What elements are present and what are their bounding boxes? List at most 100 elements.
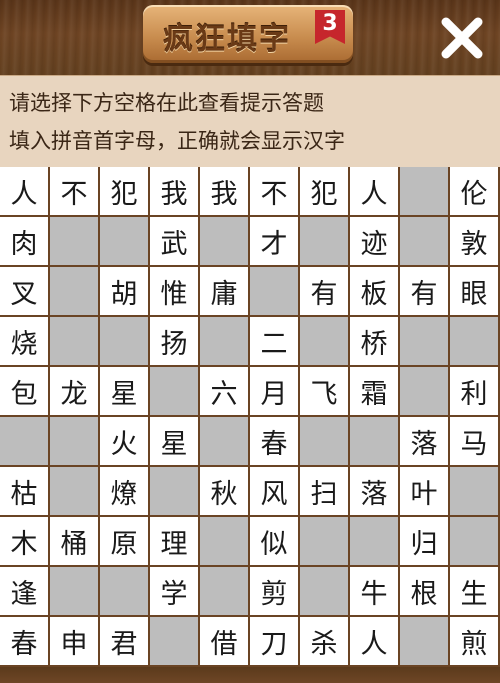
grid-cell-empty[interactable] — [300, 417, 350, 467]
grid-cell-empty[interactable] — [150, 467, 200, 517]
grid-cell-filled[interactable]: 包 — [0, 367, 50, 417]
grid-cell-empty[interactable] — [50, 417, 100, 467]
grid-cell-empty[interactable] — [450, 467, 500, 517]
grid-cell-empty[interactable] — [400, 167, 450, 217]
grid-cell-filled[interactable]: 飞 — [300, 367, 350, 417]
grid-cell-empty[interactable] — [450, 517, 500, 567]
grid-cell-filled[interactable]: 春 — [250, 417, 300, 467]
grid-cell-empty[interactable] — [300, 317, 350, 367]
grid-cell-empty[interactable] — [100, 317, 150, 367]
grid-cell-filled[interactable]: 似 — [250, 517, 300, 567]
grid-cell-filled[interactable]: 牛 — [350, 567, 400, 617]
grid-cell-filled[interactable]: 借 — [200, 617, 250, 667]
grid-cell-empty[interactable] — [100, 217, 150, 267]
grid-cell-empty[interactable] — [400, 367, 450, 417]
grid-cell-empty[interactable] — [50, 467, 100, 517]
grid-cell-filled[interactable]: 星 — [100, 367, 150, 417]
grid-cell-filled[interactable]: 我 — [150, 167, 200, 217]
grid-cell-filled[interactable]: 落 — [350, 467, 400, 517]
grid-cell-empty[interactable] — [200, 517, 250, 567]
grid-cell-filled[interactable]: 利 — [450, 367, 500, 417]
grid-cell-filled[interactable]: 二 — [250, 317, 300, 367]
grid-cell-empty[interactable] — [50, 567, 100, 617]
grid-cell-filled[interactable]: 桶 — [50, 517, 100, 567]
grid-cell-filled[interactable]: 六 — [200, 367, 250, 417]
grid-cell-filled[interactable]: 有 — [300, 267, 350, 317]
grid-cell-filled[interactable]: 枯 — [0, 467, 50, 517]
grid-cell-filled[interactable]: 武 — [150, 217, 200, 267]
grid-cell-filled[interactable]: 敦 — [450, 217, 500, 267]
grid-cell-empty[interactable] — [450, 317, 500, 367]
grid-cell-filled[interactable]: 杀 — [300, 617, 350, 667]
grid-cell-filled[interactable]: 眼 — [450, 267, 500, 317]
grid-cell-filled[interactable]: 烧 — [0, 317, 50, 367]
grid-cell-filled[interactable]: 叉 — [0, 267, 50, 317]
grid-cell-filled[interactable]: 龙 — [50, 367, 100, 417]
grid-cell-filled[interactable]: 月 — [250, 367, 300, 417]
grid-cell-empty[interactable] — [250, 267, 300, 317]
grid-cell-filled[interactable]: 星 — [150, 417, 200, 467]
grid-cell-filled[interactable]: 扫 — [300, 467, 350, 517]
grid-cell-empty[interactable] — [350, 517, 400, 567]
close-button[interactable] — [438, 14, 486, 62]
grid-cell-filled[interactable]: 不 — [50, 167, 100, 217]
grid-cell-filled[interactable]: 根 — [400, 567, 450, 617]
grid-cell-filled[interactable]: 我 — [200, 167, 250, 217]
grid-cell-filled[interactable]: 庸 — [200, 267, 250, 317]
grid-cell-filled[interactable]: 煎 — [450, 617, 500, 667]
grid-cell-filled[interactable]: 理 — [150, 517, 200, 567]
grid-cell-empty[interactable] — [400, 617, 450, 667]
grid-cell-empty[interactable] — [50, 317, 100, 367]
grid-cell-empty[interactable] — [200, 417, 250, 467]
grid-cell-filled[interactable]: 迹 — [350, 217, 400, 267]
grid-cell-filled[interactable]: 胡 — [100, 267, 150, 317]
grid-cell-filled[interactable]: 风 — [250, 467, 300, 517]
grid-cell-filled[interactable]: 君 — [100, 617, 150, 667]
grid-cell-filled[interactable]: 刀 — [250, 617, 300, 667]
grid-cell-empty[interactable] — [50, 217, 100, 267]
grid-cell-empty[interactable] — [150, 367, 200, 417]
grid-cell-empty[interactable] — [150, 617, 200, 667]
grid-cell-filled[interactable]: 归 — [400, 517, 450, 567]
grid-cell-empty[interactable] — [200, 217, 250, 267]
grid-cell-empty[interactable] — [0, 417, 50, 467]
grid-cell-filled[interactable]: 燎 — [100, 467, 150, 517]
grid-cell-filled[interactable]: 犯 — [300, 167, 350, 217]
grid-cell-filled[interactable]: 才 — [250, 217, 300, 267]
grid-cell-filled[interactable]: 火 — [100, 417, 150, 467]
grid-cell-filled[interactable]: 有 — [400, 267, 450, 317]
grid-cell-filled[interactable]: 肉 — [0, 217, 50, 267]
grid-cell-empty[interactable] — [200, 317, 250, 367]
grid-cell-filled[interactable]: 马 — [450, 417, 500, 467]
grid-cell-filled[interactable]: 学 — [150, 567, 200, 617]
grid-cell-empty[interactable] — [350, 417, 400, 467]
grid-cell-empty[interactable] — [300, 567, 350, 617]
grid-cell-filled[interactable]: 申 — [50, 617, 100, 667]
grid-cell-filled[interactable]: 霜 — [350, 367, 400, 417]
grid-cell-filled[interactable]: 不 — [250, 167, 300, 217]
grid-cell-filled[interactable]: 犯 — [100, 167, 150, 217]
grid-cell-filled[interactable]: 叶 — [400, 467, 450, 517]
grid-cell-empty[interactable] — [300, 217, 350, 267]
grid-cell-empty[interactable] — [400, 317, 450, 367]
grid-cell-filled[interactable]: 生 — [450, 567, 500, 617]
grid-cell-filled[interactable]: 扬 — [150, 317, 200, 367]
grid-cell-filled[interactable]: 木 — [0, 517, 50, 567]
grid-cell-empty[interactable] — [200, 567, 250, 617]
grid-cell-filled[interactable]: 落 — [400, 417, 450, 467]
grid-cell-filled[interactable]: 逢 — [0, 567, 50, 617]
grid-cell-filled[interactable]: 剪 — [250, 567, 300, 617]
grid-cell-filled[interactable]: 惟 — [150, 267, 200, 317]
grid-cell-filled[interactable]: 春 — [0, 617, 50, 667]
grid-cell-empty[interactable] — [50, 267, 100, 317]
grid-cell-filled[interactable]: 人 — [350, 167, 400, 217]
grid-cell-empty[interactable] — [100, 567, 150, 617]
grid-cell-filled[interactable]: 人 — [350, 617, 400, 667]
grid-cell-filled[interactable]: 原 — [100, 517, 150, 567]
grid-cell-empty[interactable] — [300, 517, 350, 567]
grid-cell-filled[interactable]: 人 — [0, 167, 50, 217]
grid-cell-empty[interactable] — [400, 217, 450, 267]
grid-cell-filled[interactable]: 伦 — [450, 167, 500, 217]
grid-cell-filled[interactable]: 板 — [350, 267, 400, 317]
grid-cell-filled[interactable]: 桥 — [350, 317, 400, 367]
